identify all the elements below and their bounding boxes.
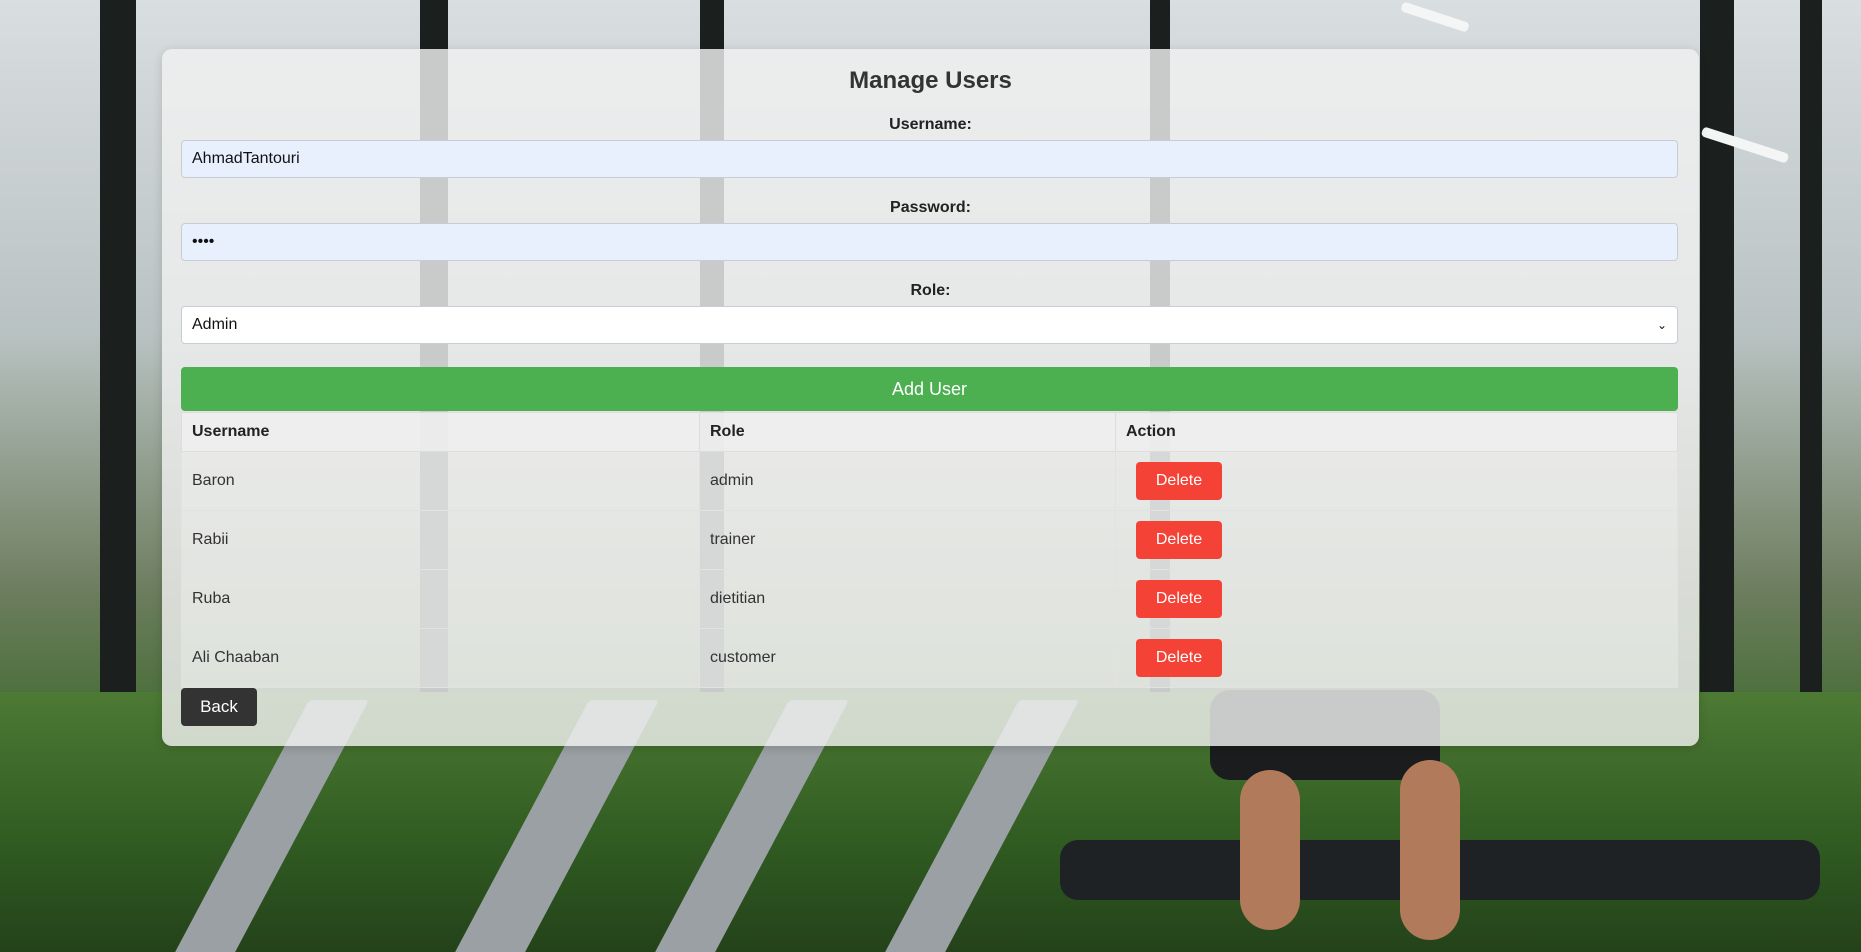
password-label: Password: xyxy=(890,199,971,216)
column-header-username: Username xyxy=(181,412,700,452)
table-row: Ruba dietitian Delete xyxy=(181,569,1678,629)
delete-button[interactable]: Delete xyxy=(1136,580,1222,618)
cell-action: Delete xyxy=(1115,628,1678,688)
role-label: Role: xyxy=(910,282,951,299)
table-header-row: Username Role Action xyxy=(181,412,1678,452)
column-header-action: Action xyxy=(1115,412,1678,452)
cell-username: Ali Chaaban xyxy=(181,628,700,688)
username-label: Username: xyxy=(889,116,972,133)
password-input[interactable] xyxy=(181,223,1678,261)
cell-action: Delete xyxy=(1115,451,1678,511)
table-row: Baron admin Delete xyxy=(181,451,1678,511)
delete-button[interactable]: Delete xyxy=(1136,639,1222,677)
username-input[interactable] xyxy=(181,140,1678,178)
back-button[interactable]: Back xyxy=(181,688,257,726)
cell-role: customer xyxy=(699,628,1116,688)
users-table: Username Role Action Baron admin Delete … xyxy=(181,412,1678,688)
cell-username: Ruba xyxy=(181,569,700,629)
cell-role: trainer xyxy=(699,510,1116,570)
add-user-button[interactable]: Add User xyxy=(181,367,1678,411)
cell-username: Rabii xyxy=(181,510,700,570)
role-select[interactable]: Admin ⌄ xyxy=(181,306,1678,344)
cell-action: Delete xyxy=(1115,569,1678,629)
cell-action: Delete xyxy=(1115,510,1678,570)
table-row: Rabii trainer Delete xyxy=(181,510,1678,570)
cell-role: admin xyxy=(699,451,1116,511)
delete-button[interactable]: Delete xyxy=(1136,462,1222,500)
role-selected-value: Admin xyxy=(192,316,238,333)
chevron-down-icon: ⌄ xyxy=(1656,318,1667,332)
page-title: Manage Users xyxy=(849,67,1012,94)
cell-role: dietitian xyxy=(699,569,1116,629)
table-row: Ali Chaaban customer Delete xyxy=(181,628,1678,688)
delete-button[interactable]: Delete xyxy=(1136,521,1222,559)
manage-users-panel: Manage Users Username: Password: Role: A… xyxy=(162,49,1699,746)
cell-username: Baron xyxy=(181,451,700,511)
column-header-role: Role xyxy=(699,412,1116,452)
